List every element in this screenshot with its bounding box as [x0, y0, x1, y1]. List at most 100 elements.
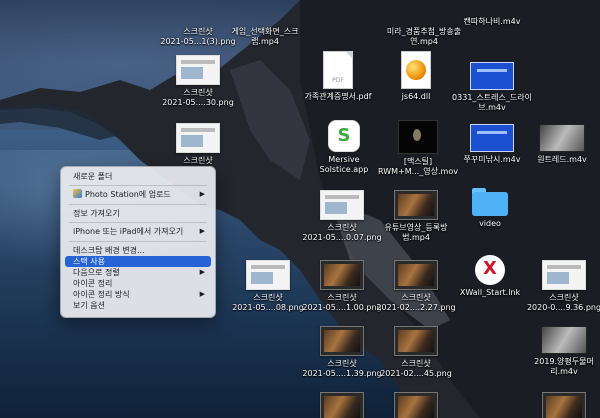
desktop-icon-label: [맥스틸] RWM+M..._영상.mov — [378, 157, 458, 176]
video-thumbnail — [470, 124, 514, 152]
desktop-icon[interactable]: 스크린샷 2020-0....9.36.png — [524, 260, 600, 313]
desktop-icon[interactable]: 스크린샷 2021-05....30.png — [158, 55, 238, 108]
desktop-icon[interactable] — [524, 392, 600, 418]
video-thumbnail — [539, 124, 585, 152]
desktop-icon[interactable]: js64.dll — [376, 51, 456, 102]
menu-item-clean-up-by[interactable]: 아이콘 정리 방식 ▶ — [65, 289, 211, 300]
desktop-icon[interactable]: PDF 가족관계증명서.pdf — [298, 51, 378, 102]
desktop-icon[interactable]: 유튜브영상_등록방 법.mp4 — [376, 190, 456, 243]
menu-item-view-options[interactable]: 보기 옵션 — [65, 300, 211, 311]
menu-separator — [69, 204, 207, 205]
desktop-icon-label: 가족관계증명서.pdf — [304, 92, 372, 101]
pdf-icon: PDF — [323, 51, 353, 89]
app-icon — [328, 120, 360, 152]
video-thumbnail — [470, 62, 514, 90]
desktop-icon-label: 스크린샷 2021-02....45.png — [380, 359, 452, 378]
shortcut-icon — [475, 255, 505, 285]
photo-station-icon — [73, 189, 82, 198]
menu-item-import-iphone[interactable]: iPhone 또는 iPad에서 가져오기 ▶ — [65, 226, 211, 237]
menu-separator — [69, 241, 207, 242]
desktop-icon[interactable]: 스크린샷 2021-02....2.27.png — [376, 260, 456, 313]
menu-item-label: 스택 사용 — [73, 257, 105, 266]
video-thumbnail — [320, 260, 364, 290]
submenu-arrow-icon: ▶ — [199, 290, 205, 298]
menu-item-label: 아이콘 정리 — [73, 279, 113, 288]
desktop-icon-label: 원트레드.m4v — [537, 155, 587, 164]
screenshot-thumbnail — [246, 260, 290, 290]
screenshot-thumbnail — [320, 190, 364, 220]
menu-item-sort-by[interactable]: 다음으로 정렬 ▶ — [65, 267, 211, 278]
menu-item-photo-station[interactable]: Photo Station에 업로드 ▶ — [65, 189, 211, 200]
desktop-icon-label: 유튜브영상_등록방 법.mp4 — [384, 223, 448, 242]
desktop-icon[interactable]: 캔따하나비.m4v — [452, 0, 532, 27]
menu-item-new-folder[interactable]: 새로운 폴더 — [65, 171, 211, 182]
desktop-icon[interactable]: 스크린샷 2021-05....1.39.png — [302, 326, 382, 379]
desktop-icon[interactable]: 스크린샷 2021-05....1.00.png — [302, 260, 382, 313]
menu-separator — [69, 185, 207, 186]
desktop-icon[interactable]: XWall_Start.lnk — [450, 255, 530, 298]
menu-item-label: iPhone 또는 iPad에서 가져오기 — [73, 227, 184, 236]
submenu-arrow-icon: ▶ — [199, 227, 205, 235]
desktop-icon[interactable]: Mersive Solstice.app — [304, 120, 384, 175]
desktop-icon-label: 2019.양평두물머 리.m4v — [534, 357, 594, 376]
submenu-arrow-icon: ▶ — [199, 190, 205, 198]
dll-file-icon — [401, 51, 431, 89]
menu-item-label: 다음으로 정렬 — [73, 268, 120, 277]
desktop-icon-label: js64.dll — [401, 92, 431, 101]
desktop-icon-label: 미라_경품추첨_방송출 연.mp4 — [386, 27, 462, 46]
desktop-icon[interactable]: 스크린샷 2021-05....08.png — [228, 260, 308, 313]
desktop-icon-label: 0331_스트레스_드라이 브.m4v — [452, 93, 532, 112]
video-thumbnail — [394, 326, 438, 356]
menu-item-label: 정보 가져오기 — [73, 209, 120, 218]
desktop-icon-label: 스크린샷 2021-05....1.00.png — [302, 293, 382, 312]
video-thumbnail — [394, 190, 438, 220]
desktop-icon-label: XWall_Start.lnk — [459, 288, 521, 297]
desktop-icon-label: 스크린샷 2021-02....2.27.png — [376, 293, 456, 312]
desktop-icon-label: video — [479, 219, 501, 228]
desktop-icon[interactable] — [376, 392, 456, 418]
submenu-arrow-icon: ▶ — [199, 268, 205, 276]
desktop-icon-label: 쭈꾸미낚시.m4v — [463, 155, 521, 164]
desktop-icon-label: 스크린샷 2021-05....0.07.png — [302, 223, 382, 242]
video-thumbnail — [542, 392, 586, 418]
desktop-icon[interactable]: 원트레드.m4v — [522, 124, 600, 165]
desktop[interactable]: 스크린샷 2021-05...1(3).png 게임_선택화면_스크 랩.mp4… — [0, 0, 600, 418]
context-menu: 새로운 폴더 Photo Station에 업로드 ▶ 정보 가져오기 iPho… — [60, 166, 216, 318]
folder-icon — [472, 188, 508, 216]
desktop-icon[interactable]: 스크린샷 2021-02....45.png — [376, 326, 456, 379]
desktop-icon-label: 스크린샷 2021-05....08.png — [232, 293, 304, 312]
desktop-icon-label: 스크린샷 2020-0....9.36.png — [526, 293, 600, 312]
desktop-icon[interactable] — [302, 392, 382, 418]
menu-item-change-background[interactable]: 데스크탑 배경 변경... — [65, 245, 211, 256]
desktop-icon[interactable]: 스크린샷 2021-05....0.07.png — [302, 190, 382, 243]
menu-item-use-stacks[interactable]: 스택 사용 — [65, 256, 211, 267]
desktop-icon-label: 스크린샷 — [183, 156, 213, 165]
menu-item-label: 아이콘 정리 방식 — [73, 290, 130, 299]
video-thumbnail — [320, 392, 364, 418]
desktop-icon[interactable]: [맥스틸] RWM+M..._영상.mov — [378, 120, 458, 177]
menu-item-clean-up[interactable]: 아이콘 정리 — [65, 278, 211, 289]
video-thumbnail — [394, 260, 438, 290]
video-thumbnail — [541, 326, 587, 354]
desktop-icon[interactable]: video — [450, 188, 530, 229]
screenshot-thumbnail — [542, 260, 586, 290]
desktop-icon[interactable]: 0331_스트레스_드라이 브.m4v — [452, 62, 532, 113]
desktop-icon-label: 게임_선택화면_스크 랩.mp4 — [231, 27, 299, 46]
desktop-icon[interactable]: 쭈꾸미낚시.m4v — [452, 124, 532, 165]
menu-item-get-info[interactable]: 정보 가져오기 — [65, 208, 211, 219]
menu-item-label: Photo Station에 업로드 — [85, 190, 171, 199]
video-thumbnail — [394, 392, 438, 418]
desktop-icon-label: 스크린샷 2021-05....1.39.png — [302, 359, 382, 378]
desktop-icon[interactable]: 2019.양평두물머 리.m4v — [524, 326, 600, 377]
desktop-icon[interactable]: 스크린샷 — [158, 123, 238, 166]
desktop-icon-label: 캔따하나비.m4v — [463, 17, 521, 26]
menu-item-label: 보기 옵션 — [73, 301, 105, 310]
desktop-icon[interactable]: 게임_선택화면_스크 랩.mp4 — [225, 0, 305, 47]
video-thumbnail — [320, 326, 364, 356]
screenshot-thumbnail — [176, 55, 220, 85]
menu-separator — [69, 222, 207, 223]
video-thumbnail — [398, 120, 438, 154]
menu-item-label: 데스크탑 배경 변경... — [73, 246, 145, 255]
desktop-icon-label: 스크린샷 2021-05....30.png — [162, 88, 234, 107]
menu-item-label: 새로운 폴더 — [73, 172, 113, 181]
